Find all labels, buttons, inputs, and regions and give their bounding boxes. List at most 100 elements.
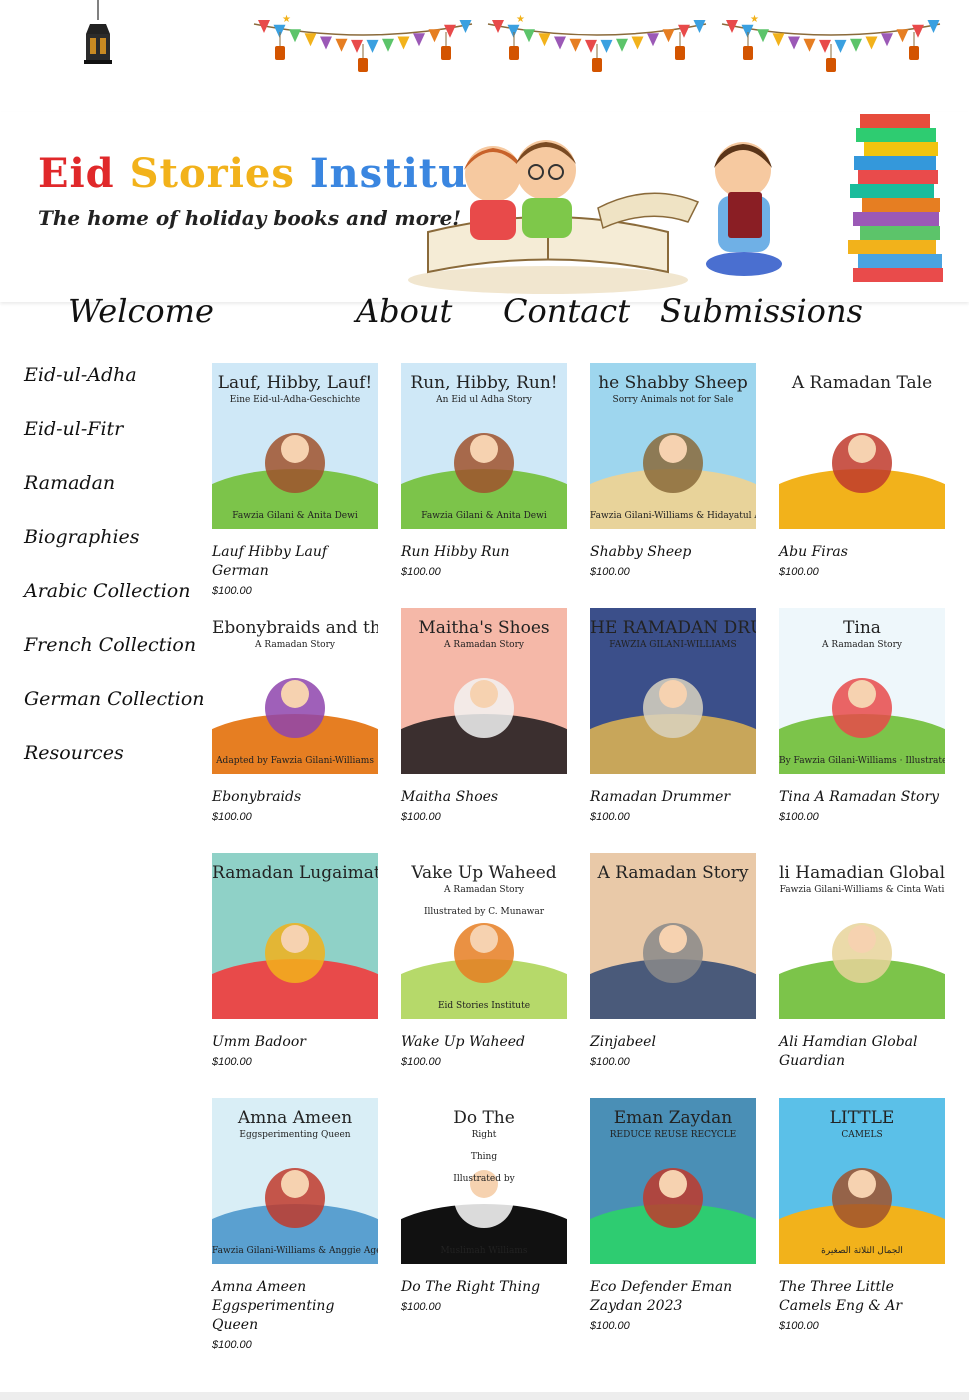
cover-text: Do The: [453, 1108, 515, 1128]
cover-text: Fawzia Gilani-Williams & Anggie Agen: [212, 1246, 378, 1256]
product-price: $100.00: [590, 1320, 630, 1332]
sidebar-item-eid-ul-adha[interactable]: Eid-ul-Adha: [24, 364, 137, 386]
product-title[interactable]: Maitha Shoes: [401, 789, 498, 805]
site-logo[interactable]: [40, 0, 160, 100]
product-title[interactable]: Ali Hamdian Global Guardian: [779, 1034, 917, 1069]
product-title[interactable]: Lauf Hibby Lauf German: [212, 544, 327, 579]
festive-bunting-icon: ★: [252, 12, 474, 74]
footer-bar: [0, 1392, 969, 1400]
book-cover[interactable]: LITTLE CAMELS الجمال الثلاثة الصغيرة: [779, 1098, 945, 1264]
cover-text: Right: [471, 1130, 497, 1140]
cover-text: A Ramadan Tale: [791, 373, 933, 393]
product-title[interactable]: Ebonybraids: [212, 789, 301, 805]
product-title[interactable]: Do The Right Thing: [401, 1279, 540, 1295]
product-title[interactable]: Shabby Sheep: [590, 544, 691, 560]
product-price: $100.00: [401, 566, 441, 578]
sidebar-item-french-collection[interactable]: French Collection: [24, 634, 196, 656]
cover-text: Eman Zaydan: [613, 1108, 733, 1128]
sidebar-item-arabic-collection[interactable]: Arabic Collection: [24, 580, 190, 602]
cover-text: A Ramadan Story: [255, 640, 335, 650]
cover-text: Illustrated by C. Munawar: [423, 907, 545, 917]
cover-text: A Ramadan Story: [822, 640, 902, 650]
cover-text: Eggsperimenting Queen: [239, 1130, 351, 1140]
sidebar-item-ramadan[interactable]: Ramadan: [24, 472, 115, 494]
book-cover[interactable]: Do The Right Thing Illustrated by Muslimah W…: [401, 1098, 567, 1264]
product-price: $100.00: [590, 811, 630, 823]
cover-text: HE RAMADAN DRUMME: [590, 618, 756, 638]
cover-text: Fawzia Gilani & Anita Dewi: [421, 511, 547, 521]
cover-text: Fawzia Gilani-Williams & Cinta Wati: [779, 885, 945, 895]
product-title[interactable]: Umm Badoor: [212, 1034, 306, 1050]
book-cover[interactable]: Eman Zaydan REDUCE REUSE RECYCLE: [590, 1098, 756, 1264]
book-cover[interactable]: Ramadan Lugaimat: [212, 853, 378, 1019]
brand-title-word: Stories: [129, 150, 295, 197]
product-price: $100.00: [212, 1339, 252, 1351]
product-price: $100.00: [590, 1056, 630, 1068]
cover-text: الجمال الثلاثة الصغيرة: [821, 1246, 903, 1256]
product-title[interactable]: Zinjabeel: [590, 1034, 656, 1050]
cover-text: Lauf, Hibby, Lauf!: [217, 373, 373, 393]
product-title[interactable]: Eco Defender Eman Zaydan 2023: [590, 1279, 732, 1314]
cover-text: Eine Eid-ul-Adha-Geschichte: [229, 395, 361, 405]
book-cover[interactable]: Maitha's Shoes A Ramadan Story: [401, 608, 567, 774]
cover-text: Fawzia Gilani & Anita Dewi: [232, 511, 358, 521]
book-cover[interactable]: Run, Hibby, Run! An Eid ul Adha Story Fawz…: [401, 363, 567, 529]
cover-text: Illustrated by: [453, 1174, 515, 1184]
product-price: $100.00: [212, 1056, 252, 1068]
cover-text: By Fawzia Gilani-Williams · Illustrated …: [779, 756, 945, 766]
nav-welcome[interactable]: Welcome: [68, 292, 214, 330]
sidebar-item-resources[interactable]: Resources: [24, 742, 124, 764]
product-price: $100.00: [401, 1056, 441, 1068]
product-price: $100.00: [401, 1301, 441, 1313]
nav-submissions[interactable]: Submissions: [660, 292, 863, 330]
cover-text: Muslimah Williams: [440, 1246, 528, 1256]
product-price: $100.00: [212, 585, 252, 597]
hero-illustration: [398, 112, 958, 302]
nav-about[interactable]: About: [356, 292, 452, 330]
product-title[interactable]: Amna Ameen Eggsperimenting Queen: [212, 1279, 334, 1333]
book-cover[interactable]: A Ramadan Tale: [779, 363, 945, 529]
festive-bunting-icon: ★: [486, 12, 708, 74]
product-price: $100.00: [779, 1320, 819, 1332]
festive-bunting-icon: ★: [720, 12, 942, 74]
product-title[interactable]: Ramadan Drummer: [590, 789, 730, 805]
cover-text: A Ramadan Story: [597, 863, 749, 883]
cover-text: Fawzia Gilani-Williams & Hidayatul Azmi: [590, 511, 756, 521]
sidebar-item-biographies[interactable]: Biographies: [24, 526, 140, 548]
sidebar-item-german-collection[interactable]: German Collection: [24, 688, 205, 710]
book-cover[interactable]: Amna Ameen Eggsperimenting Queen Fawzia Gi…: [212, 1098, 378, 1264]
brand-title-word: Eid: [38, 150, 115, 197]
book-cover[interactable]: A Ramadan Story: [590, 853, 756, 1019]
cover-text: Vake Up Waheed: [411, 863, 557, 883]
cover-text: Tina: [843, 618, 881, 638]
book-cover[interactable]: Ebonybraids and the Three Camels A Ramada…: [212, 608, 378, 774]
book-cover[interactable]: Tina A Ramadan Story By Fawzia Gilani-Will…: [779, 608, 945, 774]
cover-text: LITTLE: [829, 1108, 895, 1128]
cover-text: An Eid ul Adha Story: [436, 395, 532, 405]
product-title[interactable]: Run Hibby Run: [401, 544, 510, 560]
cover-text: Amna Ameen: [237, 1108, 353, 1128]
cover-text: FAWZIA GILANI-WILLIAMS: [609, 640, 737, 650]
product-price: $100.00: [590, 566, 630, 578]
children-reading-books-icon: [408, 114, 943, 294]
product-price: $100.00: [779, 566, 819, 578]
cover-text: Ebonybraids and the Three Camels: [212, 618, 378, 638]
cover-text: CAMELS: [841, 1130, 883, 1140]
cover-text: li Hamadian Global Guardia: [779, 863, 945, 883]
product-title[interactable]: Tina A Ramadan Story: [779, 789, 939, 805]
svg-text:★: ★: [516, 14, 525, 25]
cover-text: A Ramadan Story: [444, 640, 524, 650]
product-title[interactable]: Abu Firas: [779, 544, 848, 560]
book-cover[interactable]: he Shabby Sheep Sorry Animals not for Sal…: [590, 363, 756, 529]
book-cover[interactable]: Lauf, Hibby, Lauf! Eine Eid-ul-Adha-Gesch…: [212, 363, 378, 529]
cover-text: A Ramadan Story: [444, 885, 524, 895]
book-cover[interactable]: HE RAMADAN DRUMME FAWZIA GILANI-WILLIAMS: [590, 608, 756, 774]
sidebar-item-eid-ul-fitr[interactable]: Eid-ul-Fitr: [24, 418, 123, 440]
svg-text:★: ★: [282, 14, 291, 25]
book-cover[interactable]: li Hamadian Global Guardia Fawzia Gilani-…: [779, 853, 945, 1019]
product-title[interactable]: Wake Up Waheed: [401, 1034, 525, 1050]
nav-contact[interactable]: Contact: [503, 292, 630, 330]
book-cover[interactable]: Vake Up Waheed A Ramadan Story Illustrated…: [401, 853, 567, 1019]
top-strip: ★ ★ ★: [0, 0, 969, 110]
product-title[interactable]: The Three Little Camels Eng & Ar: [779, 1279, 902, 1314]
